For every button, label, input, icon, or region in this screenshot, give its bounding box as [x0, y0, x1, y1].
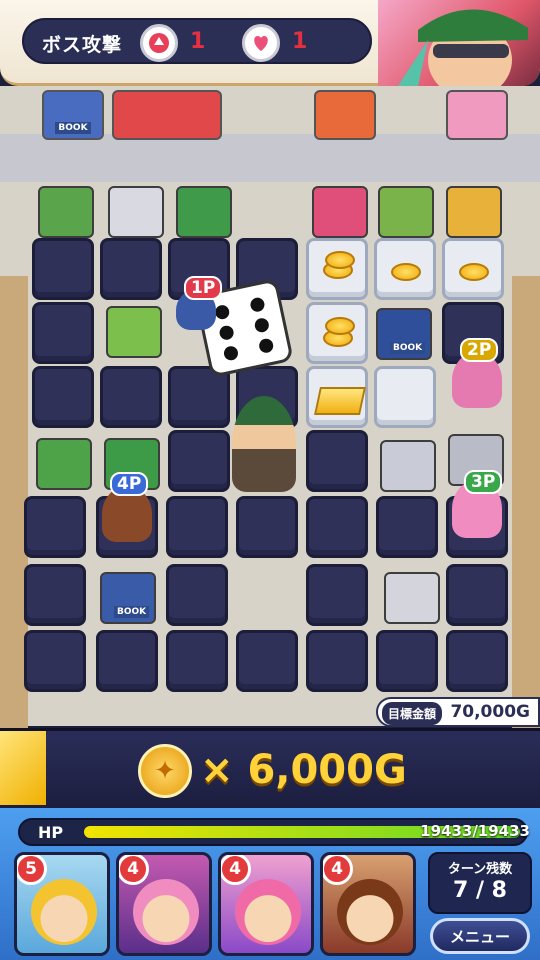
goal-amount: 目標金額 70,000G [376, 697, 540, 727]
board-tile[interactable] [374, 366, 436, 428]
boss-token [232, 396, 296, 492]
attack-count: 1 [190, 29, 206, 54]
menu-button[interactable]: メニュー [430, 918, 530, 954]
building [38, 186, 94, 238]
reward-banner: ✦ × 6,000G [0, 728, 540, 808]
board-tile[interactable] [306, 430, 368, 492]
building [446, 186, 502, 238]
board-tile[interactable] [24, 630, 86, 692]
player-4-badge: 4P [110, 472, 149, 496]
character-portrait [133, 879, 199, 945]
reward-amount: × 6,000G [200, 747, 407, 793]
character-portrait [31, 879, 97, 945]
boss-attack-label: ボス攻撃 [42, 34, 123, 56]
book-store: BOOK [42, 90, 104, 140]
board-tile[interactable] [166, 564, 228, 626]
party-panel: HP 19433/19433 5 4 4 4 ターン残数 7 / 8 メニュー [0, 808, 540, 960]
character-portrait [235, 879, 301, 945]
board-tile[interactable] [168, 430, 230, 492]
board-tile[interactable] [166, 630, 228, 692]
board-tile[interactable] [166, 496, 228, 558]
building [380, 440, 436, 492]
board-tile[interactable] [236, 496, 298, 558]
board-tile[interactable] [100, 238, 162, 300]
player-3-badge: 3P [464, 470, 503, 494]
board-tile[interactable] [446, 564, 508, 626]
board-tile[interactable] [376, 630, 438, 692]
board-tile[interactable] [306, 564, 368, 626]
coin-tile[interactable] [442, 238, 504, 300]
boss-attack-banner: ボス攻撃 1 1 [0, 0, 540, 86]
shop-building [314, 90, 376, 140]
shop-building [112, 90, 222, 140]
party-member-1[interactable]: 5 [14, 852, 110, 956]
building [176, 186, 232, 238]
heart-icon [242, 24, 280, 62]
goal-value: 70,000G [450, 702, 530, 722]
turns-value: 7 / 8 [453, 878, 507, 903]
board-tile[interactable] [446, 630, 508, 692]
gold-stripe [0, 731, 46, 805]
hp-value: 19433/19433 [420, 822, 530, 840]
building [106, 306, 162, 358]
shuriken-coin-icon: ✦ [138, 744, 192, 798]
building [312, 186, 368, 238]
boutique-building [108, 186, 164, 238]
board-tile[interactable] [96, 630, 158, 692]
gold-tile[interactable] [306, 366, 368, 428]
goal-label: 目標金額 [382, 702, 443, 725]
level-badge: 4 [323, 855, 353, 885]
building [378, 186, 434, 238]
heart-count: 1 [292, 29, 308, 54]
level-badge: 5 [17, 855, 47, 885]
board-tile[interactable] [24, 496, 86, 558]
coin-tile[interactable] [306, 238, 368, 300]
hp-label: HP [38, 823, 64, 842]
book-store: BOOK [376, 308, 432, 360]
boutique-building [384, 572, 440, 624]
boss-portrait [378, 0, 540, 86]
coin-tile[interactable] [306, 302, 368, 364]
board-tile[interactable] [32, 238, 94, 300]
building [36, 438, 92, 490]
board-tile[interactable] [376, 496, 438, 558]
party-member-4[interactable]: 4 [320, 852, 416, 956]
board-tile[interactable] [32, 366, 94, 428]
character-portrait [337, 879, 403, 945]
fist-icon [140, 24, 178, 62]
shop-building [446, 90, 508, 140]
board-tile[interactable] [306, 496, 368, 558]
level-badge: 4 [221, 855, 251, 885]
board-tile[interactable] [100, 366, 162, 428]
street [0, 134, 540, 182]
board-tile[interactable] [32, 302, 94, 364]
board-tile[interactable] [306, 630, 368, 692]
turns-title: ターン残数 [447, 862, 513, 877]
board-tile[interactable] [236, 630, 298, 692]
turns-remaining: ターン残数 7 / 8 [428, 852, 532, 914]
level-badge: 4 [119, 855, 149, 885]
coin-tile[interactable] [374, 238, 436, 300]
boss-attack-pill: ボス攻撃 1 1 [22, 18, 372, 64]
party-member-2[interactable]: 4 [116, 852, 212, 956]
book-store: BOOK [100, 572, 156, 624]
party-member-3[interactable]: 4 [218, 852, 314, 956]
player-2-badge: 2P [460, 338, 499, 362]
player-1-badge: 1P [184, 276, 223, 300]
board-tile[interactable] [24, 564, 86, 626]
